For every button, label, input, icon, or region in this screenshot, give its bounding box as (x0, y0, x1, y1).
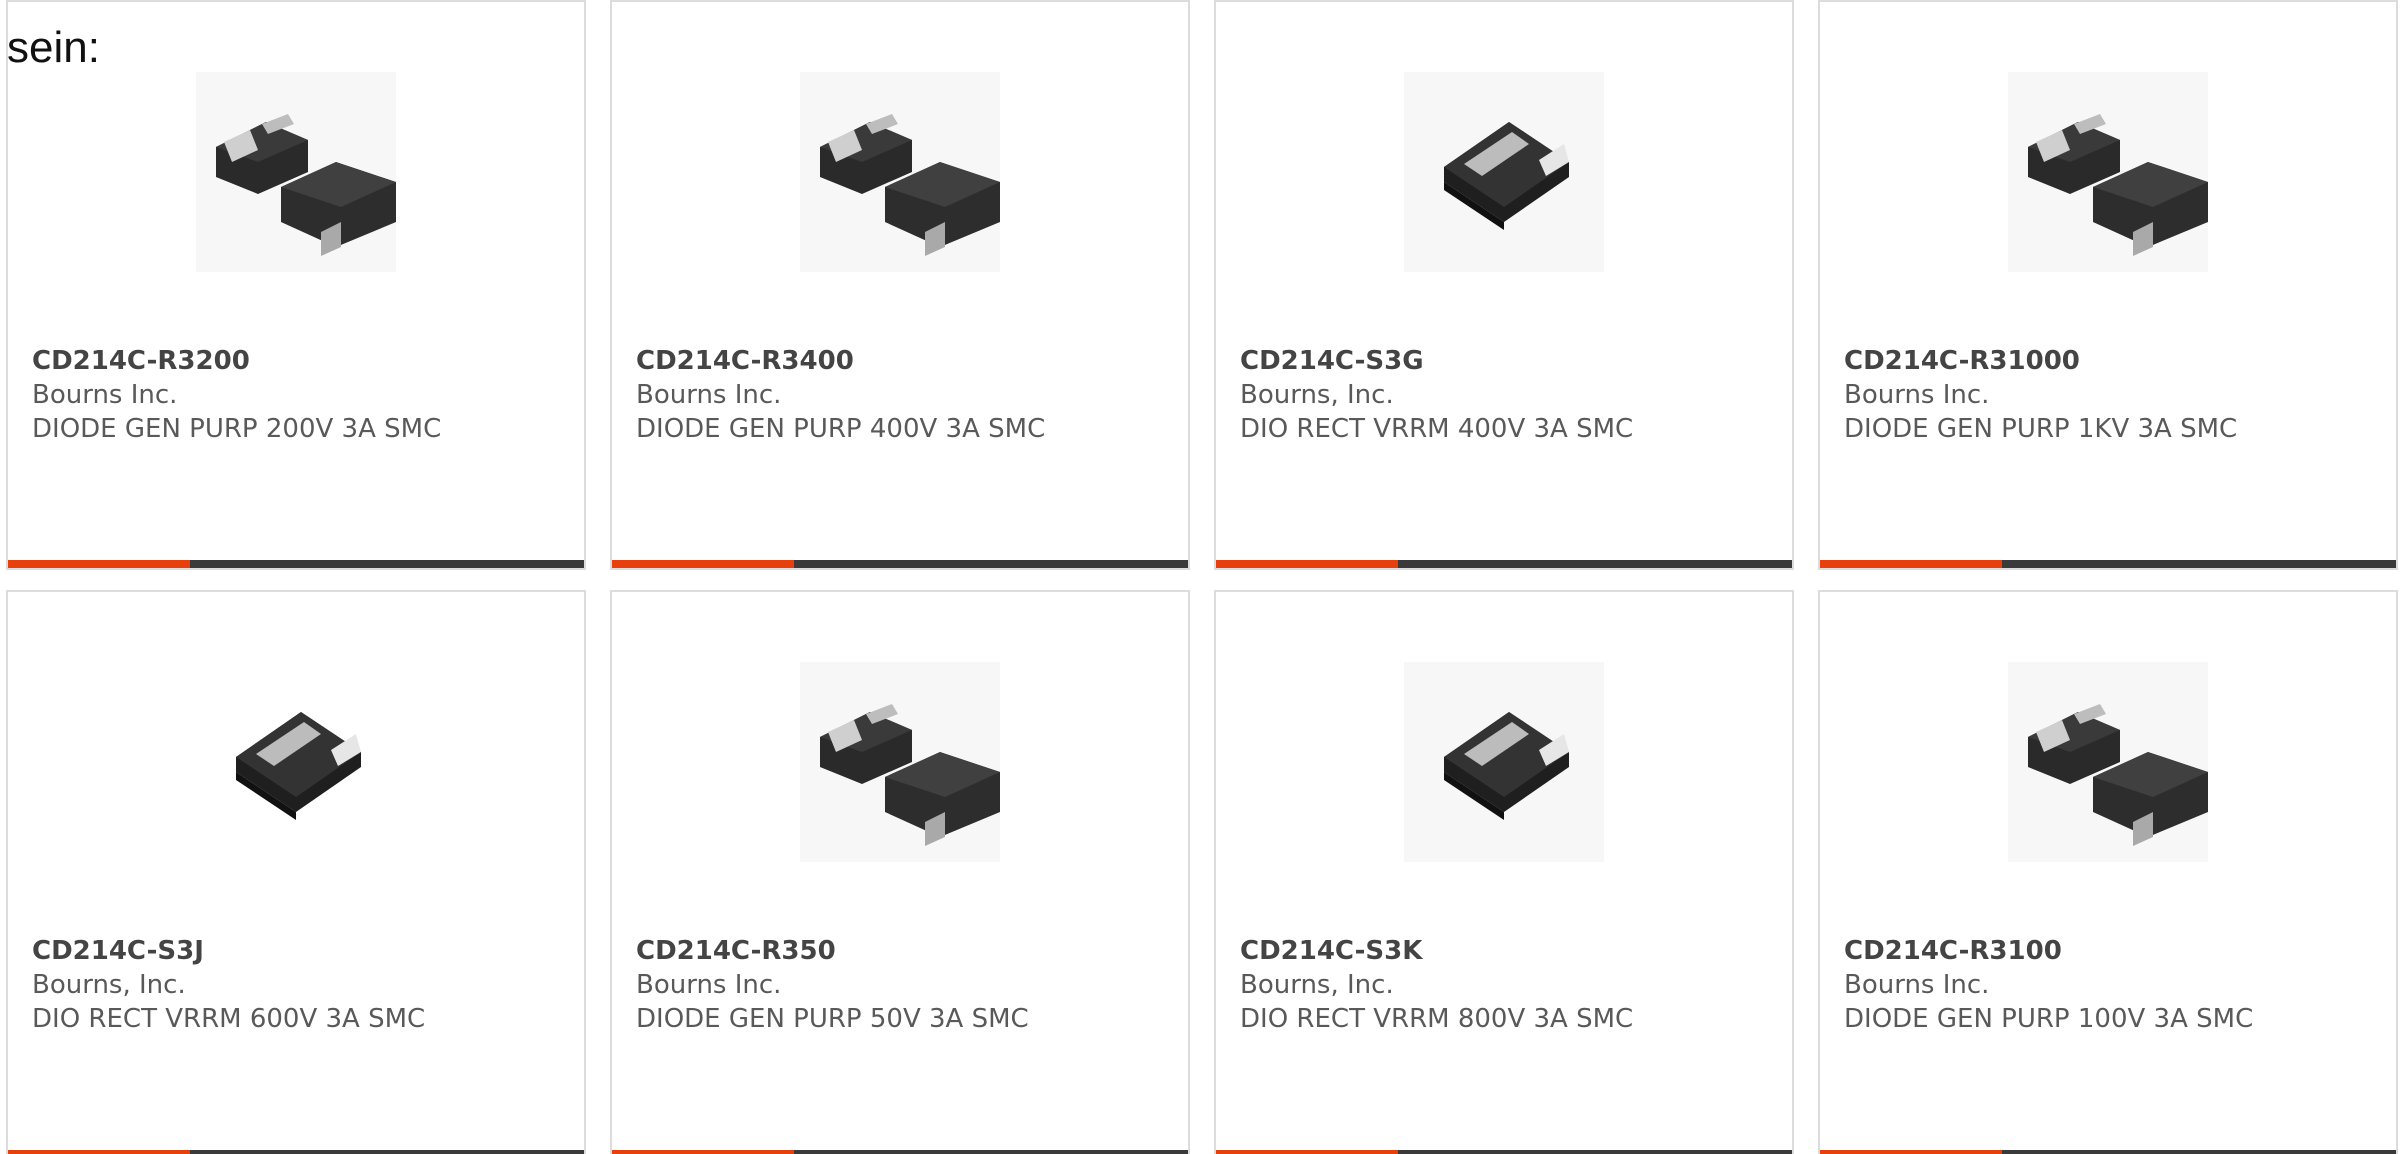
product-card[interactable]: CD214C-S3K Bourns, Inc. DIO RECT VRRM 80… (1214, 590, 1794, 1154)
product-info: CD214C-R3100 Bourns Inc. DIODE GEN PURP … (1844, 934, 2376, 1036)
card-bottom-bar (1820, 560, 2396, 568)
part-number[interactable]: CD214C-R3400 (636, 344, 1168, 378)
part-number[interactable]: CD214C-S3J (32, 934, 564, 968)
smc-package-pair-icon[interactable] (800, 72, 1000, 272)
product-card[interactable]: CD214C-R3100 Bourns Inc. DIODE GEN PURP … (1818, 590, 2398, 1154)
description: DIODE GEN PURP 1KV 3A SMC (1844, 414, 2238, 444)
smc-package-pair-icon[interactable] (800, 662, 1000, 862)
card-bottom-bar (1216, 1150, 1792, 1154)
card-accent-bar (1216, 560, 1398, 568)
product-info: CD214C-R3200 Bourns Inc. DIODE GEN PURP … (32, 344, 564, 446)
smc-package-single-icon[interactable] (1404, 662, 1604, 862)
card-accent-bar (8, 1150, 190, 1154)
smc-package-single-icon[interactable] (196, 662, 396, 862)
product-card[interactable]: CD214C-S3G Bourns, Inc. DIO RECT VRRM 40… (1214, 0, 1794, 570)
card-bottom-bar (1216, 560, 1792, 568)
part-number[interactable]: CD214C-R3200 (32, 344, 564, 378)
card-bottom-bar (612, 1150, 1188, 1154)
card-accent-bar (612, 1150, 794, 1154)
product-info: CD214C-S3K Bourns, Inc. DIO RECT VRRM 80… (1240, 934, 1772, 1036)
manufacturer: Bourns Inc. (1844, 970, 1990, 1000)
manufacturer: Bourns, Inc. (1240, 970, 1394, 1000)
product-grid: CD214C-R3200 Bourns Inc. DIODE GEN PURP … (6, 0, 2398, 1154)
part-number[interactable]: CD214C-R3100 (1844, 934, 2376, 968)
card-accent-bar (1820, 560, 2002, 568)
product-card[interactable]: CD214C-R350 Bourns Inc. DIODE GEN PURP 5… (610, 590, 1190, 1154)
card-accent-bar (1820, 1150, 2002, 1154)
smc-package-single-icon[interactable] (1404, 72, 1604, 272)
description: DIODE GEN PURP 400V 3A SMC (636, 414, 1046, 444)
description: DIO RECT VRRM 400V 3A SMC (1240, 414, 1634, 444)
card-bottom-bar (8, 560, 584, 568)
manufacturer: Bourns Inc. (32, 380, 178, 410)
smc-package-pair-icon[interactable] (2008, 72, 2208, 272)
card-accent-bar (612, 560, 794, 568)
card-bottom-bar (8, 1150, 584, 1154)
description: DIO RECT VRRM 800V 3A SMC (1240, 1004, 1634, 1034)
manufacturer: Bourns Inc. (636, 970, 782, 1000)
product-card[interactable]: CD214C-R31000 Bourns Inc. DIODE GEN PURP… (1818, 0, 2398, 570)
product-info: CD214C-R31000 Bourns Inc. DIODE GEN PURP… (1844, 344, 2376, 446)
card-accent-bar (1216, 1150, 1398, 1154)
card-bottom-bar (1820, 1150, 2396, 1154)
part-number[interactable]: CD214C-R350 (636, 934, 1168, 968)
manufacturer: Bourns, Inc. (1240, 380, 1394, 410)
smc-package-pair-icon[interactable] (2008, 662, 2208, 862)
product-info: CD214C-S3J Bourns, Inc. DIO RECT VRRM 60… (32, 934, 564, 1036)
description: DIODE GEN PURP 200V 3A SMC (32, 414, 442, 444)
card-bottom-bar (612, 560, 1188, 568)
product-info: CD214C-S3G Bourns, Inc. DIO RECT VRRM 40… (1240, 344, 1772, 446)
part-number[interactable]: CD214C-S3K (1240, 934, 1772, 968)
manufacturer: Bourns Inc. (1844, 380, 1990, 410)
product-info: CD214C-R350 Bourns Inc. DIODE GEN PURP 5… (636, 934, 1168, 1036)
description: DIODE GEN PURP 50V 3A SMC (636, 1004, 1029, 1034)
part-number[interactable]: CD214C-S3G (1240, 344, 1772, 378)
manufacturer: Bourns, Inc. (32, 970, 186, 1000)
intro-text: sein: (7, 23, 100, 72)
product-info: CD214C-R3400 Bourns Inc. DIODE GEN PURP … (636, 344, 1168, 446)
description: DIO RECT VRRM 600V 3A SMC (32, 1004, 426, 1034)
product-card[interactable]: CD214C-R3200 Bourns Inc. DIODE GEN PURP … (6, 0, 586, 570)
page: sein: CD214C-R3200 Bourns Inc. DIODE GEN… (0, 0, 2400, 1154)
product-card[interactable]: CD214C-S3J Bourns, Inc. DIO RECT VRRM 60… (6, 590, 586, 1154)
smc-package-pair-icon[interactable] (196, 72, 396, 272)
description: DIODE GEN PURP 100V 3A SMC (1844, 1004, 2254, 1034)
part-number[interactable]: CD214C-R31000 (1844, 344, 2376, 378)
manufacturer: Bourns Inc. (636, 380, 782, 410)
card-accent-bar (8, 560, 190, 568)
product-card[interactable]: CD214C-R3400 Bourns Inc. DIODE GEN PURP … (610, 0, 1190, 570)
